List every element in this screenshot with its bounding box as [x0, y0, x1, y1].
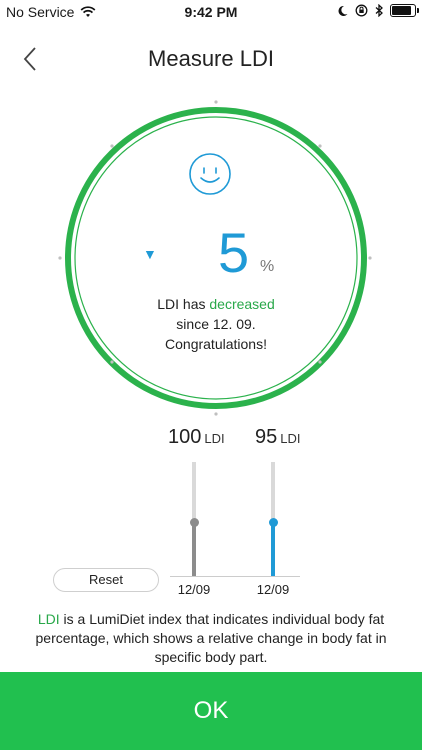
current-ldi-value: 95 LDI [255, 426, 300, 449]
bars-baseline [170, 576, 300, 577]
description-highlight: LDI [37, 611, 60, 627]
previous-date: 12/09 [177, 582, 211, 597]
previous-ldi-value: 100 LDI [168, 426, 225, 449]
current-ldi-track [268, 462, 278, 577]
rotation-lock-icon [355, 4, 368, 17]
current-ldi-marker [268, 518, 278, 528]
current-ldi-bar [271, 522, 275, 577]
page-title: Measure LDI [148, 46, 274, 71]
previous-ldi-marker [189, 518, 199, 528]
status-bar: No Service 9:42 PM [0, 0, 422, 24]
previous-ldi-track [189, 462, 199, 577]
triangle-down-icon: ▼ [143, 246, 157, 262]
ring-graphic [58, 100, 372, 416]
bluetooth-icon [375, 4, 383, 17]
result-ring: ▼ 5 % LDI has decreased since 12. 09. Co… [58, 100, 374, 416]
current-date: 12/09 [256, 582, 290, 597]
ldi-change-unit: % [260, 258, 275, 275]
result-message: LDI has decreased since 12. 09. Congratu… [98, 294, 334, 354]
status-right [337, 4, 419, 17]
message-line-2: since 12. 09. [176, 316, 256, 332]
current-ldi-unit: LDI [280, 431, 301, 446]
smiley-icon [189, 153, 231, 195]
message-line-1: LDI has decreased [98, 294, 334, 314]
ldi-change-value: 5 [218, 221, 250, 284]
previous-ldi-number: 100 [168, 426, 202, 448]
message-line-3: Congratulations! [165, 336, 267, 352]
ldi-description: LDI is a LumiDiet index that indicates i… [20, 610, 402, 667]
ok-button[interactable]: OK [0, 672, 422, 750]
current-ldi-number: 95 [255, 426, 278, 448]
moon-icon [338, 5, 348, 16]
message-prefix: LDI has [157, 296, 210, 312]
battery-fill [392, 6, 411, 15]
message-highlight: decreased [209, 296, 275, 312]
reset-button[interactable]: Reset [53, 568, 159, 592]
battery-icon [390, 4, 419, 17]
previous-ldi-unit: LDI [204, 431, 225, 446]
description-text: is a LumiDiet index that indicates indiv… [35, 611, 387, 665]
previous-ldi-bar [192, 522, 196, 577]
